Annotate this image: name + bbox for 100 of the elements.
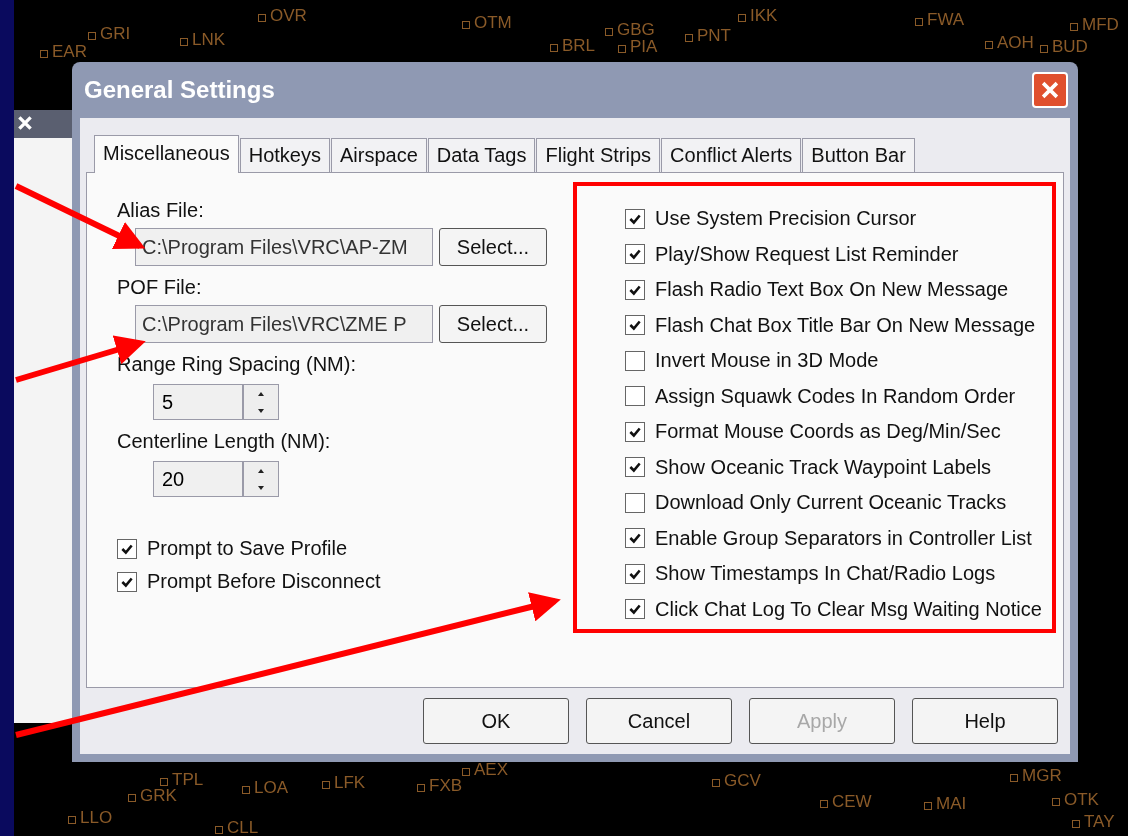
fix-marker-icon: [242, 786, 250, 794]
fix-marker-icon: [738, 14, 746, 22]
fix-marker-icon: [1072, 820, 1080, 828]
field-label: Centerline Length (NM):: [117, 430, 332, 453]
radar-fix-label: TAY: [1084, 812, 1115, 832]
checkbox[interactable]: [625, 350, 645, 371]
close-icon[interactable]: [16, 114, 34, 132]
select-button[interactable]: Select...: [439, 228, 547, 266]
check-icon: [628, 460, 642, 475]
fix-marker-icon: [160, 778, 168, 786]
checkbox[interactable]: [625, 528, 645, 549]
fix-marker-icon: [924, 802, 932, 810]
checkbox-label[interactable]: Click Chat Log To Clear Msg Waiting Notice: [655, 597, 1042, 621]
checkbox[interactable]: [117, 571, 137, 592]
close-button[interactable]: [1032, 72, 1068, 108]
checkbox-label[interactable]: Show Timestamps In Chat/Radio Logs: [655, 562, 996, 586]
tab[interactable]: Hotkeys: [239, 138, 330, 172]
fix-marker-icon: [1010, 774, 1018, 782]
radar-fix-label: CLL: [227, 818, 259, 836]
radar-fix-label: BUD: [1052, 37, 1088, 57]
field-label: POF File:: [117, 276, 203, 299]
checkbox-label[interactable]: Play/Show Request List Reminder: [655, 242, 959, 266]
radar-fix-label: TPL: [172, 770, 204, 789]
radar-fix-label: OTM: [474, 13, 512, 33]
radar-fix-label: EAR: [52, 42, 87, 62]
radar-fix-label: AOH: [997, 33, 1034, 53]
checkbox[interactable]: [625, 386, 645, 407]
checkbox-label[interactable]: Download Only Current Oceanic Tracks: [655, 491, 1007, 515]
fix-marker-icon: [68, 816, 76, 824]
radar-fix-label: MGR: [1022, 766, 1062, 786]
checkbox[interactable]: [625, 421, 645, 442]
fix-marker-icon: [618, 45, 626, 53]
checkbox-label[interactable]: Invert Mouse in 3D Mode: [655, 349, 879, 373]
tab[interactable]: Button Bar: [802, 138, 915, 172]
checkbox-label[interactable]: Assign Squawk Codes In Random Order: [655, 384, 1016, 408]
radar-fix-label: GRK: [140, 786, 177, 806]
radar-fix-label: LFK: [334, 773, 366, 793]
window-title: General Settings: [83, 76, 275, 104]
close-icon: [1039, 79, 1061, 101]
fix-marker-icon: [258, 14, 266, 22]
fix-marker-icon: [88, 32, 96, 40]
fix-marker-icon: [712, 779, 720, 787]
checkbox[interactable]: [625, 279, 645, 300]
check-icon: [628, 318, 642, 333]
number-field[interactable]: 5: [153, 384, 243, 420]
radar-fix-label: MFD: [1082, 15, 1119, 35]
tab[interactable]: Airspace: [331, 138, 427, 172]
checkbox[interactable]: [117, 538, 137, 559]
radar-fix-label: AEX: [474, 760, 509, 780]
checkbox[interactable]: [625, 492, 645, 513]
checkbox-label[interactable]: Show Oceanic Track Waypoint Labels: [655, 455, 992, 479]
fix-marker-icon: [915, 18, 923, 26]
number-field[interactable]: 20: [153, 461, 243, 497]
fix-marker-icon: [1052, 798, 1060, 806]
field-label: Range Ring Spacing (NM):: [117, 353, 357, 376]
checkbox-label[interactable]: Format Mouse Coords as Deg/Min/Sec: [655, 420, 1001, 444]
fix-marker-icon: [40, 50, 48, 58]
checkbox-label[interactable]: Prompt to Save Profile: [147, 537, 348, 560]
radar-fix-label: LNK: [192, 30, 226, 50]
fix-marker-icon: [605, 28, 613, 36]
fix-marker-icon: [550, 44, 558, 52]
checkbox-label[interactable]: Flash Radio Text Box On New Message: [655, 278, 1009, 302]
check-icon: [628, 247, 642, 262]
radar-fix-label: FXB: [429, 776, 463, 796]
radar-fix-label: PNT: [697, 26, 731, 46]
tab[interactable]: Flight Strips: [536, 138, 661, 172]
tab[interactable]: Miscellaneous: [94, 135, 239, 173]
radar-fix-label: OVR: [270, 6, 307, 26]
checkbox-label[interactable]: Enable Group Separators in Controller List: [655, 526, 1032, 550]
tab[interactable]: Data Tags: [427, 138, 536, 172]
check-icon: [628, 602, 642, 617]
checkbox[interactable]: [625, 563, 645, 584]
checkbox-label[interactable]: Flash Chat Box Title Bar On New Message: [655, 313, 1036, 337]
checkbox[interactable]: [625, 599, 645, 620]
fix-marker-icon: [820, 800, 828, 808]
checkbox[interactable]: [625, 457, 645, 478]
checkbox-label[interactable]: Use System Precision Cursor: [655, 207, 917, 231]
checkbox-label[interactable]: Prompt Before Disconnect: [147, 570, 381, 593]
tab[interactable]: Conflict Alerts: [661, 138, 802, 172]
fix-marker-icon: [1070, 23, 1078, 31]
fix-marker-icon: [128, 794, 136, 802]
dialog-button[interactable]: Help: [912, 698, 1058, 744]
radar-fix-label: LOA: [254, 778, 289, 798]
dialog-button[interactable]: OK: [423, 698, 569, 744]
radar-fix-label: GBG: [617, 20, 655, 40]
fix-marker-icon: [685, 34, 693, 42]
file-path-field[interactable]: C:\Program Files\VRC\AP-ZM: [135, 228, 433, 266]
radar-fix-label: FWA: [927, 10, 965, 30]
radar-fix-label: OTK: [1064, 790, 1099, 810]
radar-fix-label: MAI: [936, 794, 967, 814]
fix-marker-icon: [985, 41, 993, 49]
checkbox[interactable]: [625, 208, 645, 229]
checkbox[interactable]: [625, 244, 645, 265]
fix-marker-icon: [417, 784, 425, 792]
file-path-field[interactable]: C:\Program Files\VRC\ZME P: [135, 305, 433, 343]
select-button[interactable]: Select...: [439, 305, 547, 343]
checkbox[interactable]: [625, 315, 645, 336]
dialog-button[interactable]: Cancel: [586, 698, 732, 744]
fix-marker-icon: [462, 21, 470, 29]
radar-fix-label: BRL: [562, 36, 596, 56]
